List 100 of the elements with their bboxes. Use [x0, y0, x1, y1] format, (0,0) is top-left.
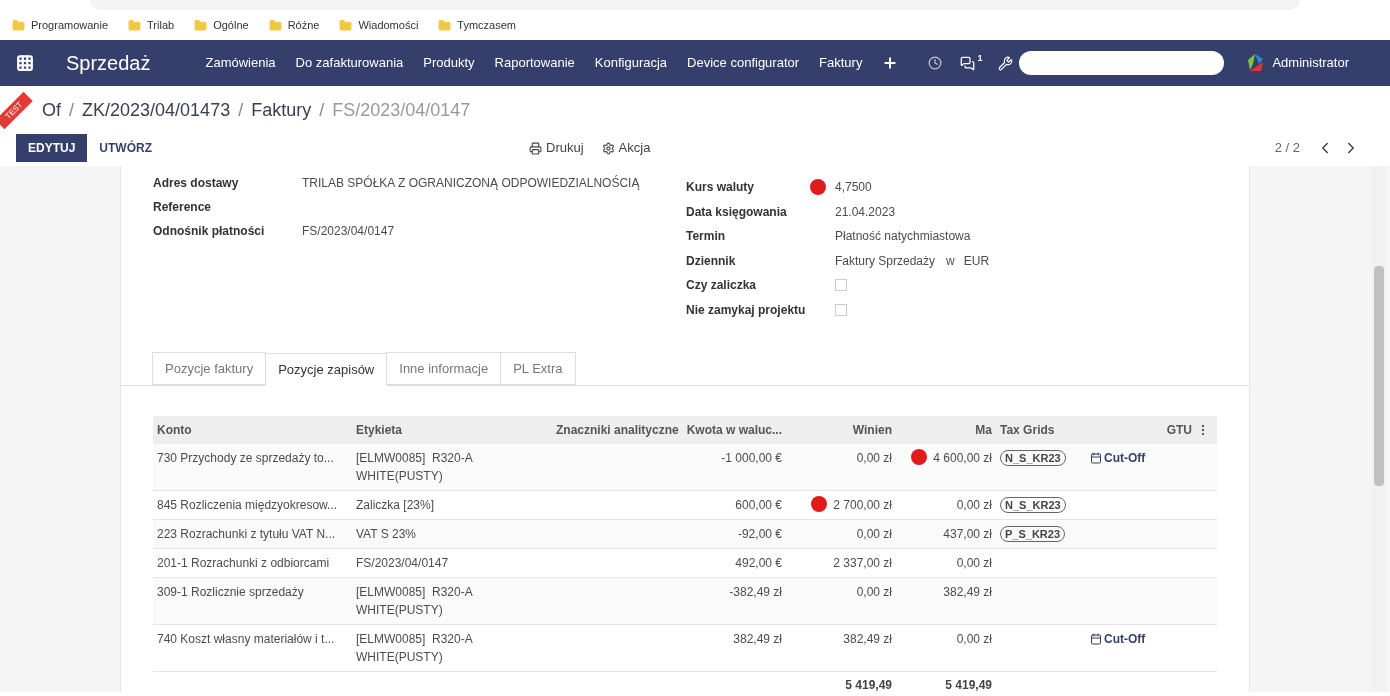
cut-off-link[interactable]: Cut-Off [1090, 449, 1146, 467]
column-header[interactable]: Etykieta [352, 421, 552, 439]
messages-count: 1 [977, 52, 983, 66]
folder-icon [128, 18, 142, 32]
table-cell-text: 382,49 zł [732, 631, 783, 648]
table-cell-text: VAT S 23% [355, 526, 418, 543]
menu-item[interactable]: Produkty [423, 53, 475, 73]
checkbox[interactable] [835, 303, 847, 316]
menu-item[interactable]: Do zafakturowania [295, 53, 404, 73]
field-value: FS/2023/04/0147 [302, 223, 395, 240]
table-cell-text: 845 Rozliczenia międzyokresow... [156, 497, 339, 514]
field-value: 4,7500 [835, 179, 872, 197]
column-header[interactable]: GTU [1146, 421, 1196, 439]
breadcrumb-item: FS/2023/04/0147 [332, 98, 471, 122]
app-title: Sprzedaż [66, 51, 151, 76]
column-header[interactable]: Znaczniki analityczne [552, 421, 682, 439]
breadcrumb-separator: / [238, 98, 244, 122]
field-value: Faktury Sprzedaży [835, 252, 936, 270]
table-cell-text: 309-1 Rozlicznie sprzedaży [156, 584, 305, 601]
field-label: Odnośnik płatności [153, 223, 266, 240]
table-cell-text: 740 Koszt własny materiałów i t... [156, 631, 336, 648]
breadcrumb-item[interactable]: Faktury [251, 96, 312, 124]
folder-icon [268, 18, 282, 32]
currency-value: EUR [963, 252, 990, 270]
print-button[interactable]: Drukuj [529, 138, 584, 158]
scrollbar-thumb[interactable] [1374, 266, 1384, 486]
tab[interactable]: Inne informacje [386, 352, 502, 385]
field-label: Czy zaliczka [686, 277, 758, 295]
table-cell-text: -1 000,00 € [720, 450, 783, 467]
tab[interactable]: Pozycje zapisów [265, 353, 388, 386]
table-cell-text: 4 600,00 zł [933, 450, 992, 467]
column-header[interactable]: Ma [896, 421, 996, 439]
table-cell-text: 0,00 zł [856, 526, 892, 543]
create-button[interactable]: UTWÓRZ [87, 134, 164, 162]
table-cell-text: [ELMW0085] R320-A WHITE(PUSTY) [355, 584, 474, 619]
menu-item[interactable]: Zamówienia [205, 53, 276, 73]
bookmark[interactable]: Programowanie [12, 16, 109, 34]
table-cell-text: 0,00 zł [956, 631, 992, 648]
table-cell-text: 0,00 zł [856, 584, 892, 601]
checkbox[interactable] [835, 279, 847, 292]
folder-icon [194, 18, 208, 32]
table-cell-text: 201-1 Rozrachunki z odbiorcami [156, 555, 331, 572]
user-name[interactable]: Administrator [1272, 53, 1349, 73]
folder-icon [339, 18, 353, 32]
field-label: Data księgowania [686, 203, 788, 221]
table-cell-text: -382,49 zł [728, 584, 783, 601]
table-cell-text: [ELMW0085] R320-A WHITE(PUSTY) [355, 450, 474, 485]
breadcrumb-separator: / [319, 98, 325, 122]
apps-menu-icon[interactable] [16, 54, 34, 72]
table-cell-text: 0,00 zł [956, 497, 992, 514]
print-icon [529, 141, 542, 155]
field-label: Reference [153, 199, 213, 216]
column-header[interactable]: Winien [786, 421, 896, 439]
action-button[interactable]: Akcja [601, 138, 651, 158]
total-cell-text: 5 419,49 [844, 677, 893, 694]
field-label: Dziennik [686, 252, 737, 270]
edit-button[interactable]: EDYTUJ [16, 134, 88, 162]
total-cell-text: 5 419,49 [944, 677, 993, 694]
table-cell-text: 382,49 zł [943, 584, 992, 601]
menu-item[interactable]: Faktury [819, 53, 863, 73]
bookmark[interactable]: Trilab [128, 16, 175, 34]
field-label: Kurs waluty [686, 179, 755, 197]
table-cell-text: 382,49 zł [843, 631, 892, 648]
messages-icon[interactable] [960, 55, 976, 71]
table-cell-text: 492,00 € [734, 555, 783, 572]
column-header[interactable]: Tax Grids [996, 421, 1086, 439]
tab[interactable]: PL Extra [500, 352, 576, 385]
table-cell-text: 600,00 € [734, 497, 783, 514]
bookmark[interactable]: Różne [268, 16, 320, 34]
menu-item[interactable]: Device configurator [687, 53, 800, 73]
column-header[interactable]: Konto [153, 421, 352, 439]
table-cell-text: 223 Rozrachunki z tytułu VAT N... [156, 526, 337, 543]
table-cell-text: 0,00 zł [856, 450, 892, 467]
field-connector: w [946, 252, 955, 270]
table-cell-text: 0,00 zł [956, 555, 992, 572]
menu-item[interactable]: Raportowanie [494, 53, 575, 73]
bookmark[interactable]: Ogólne [194, 16, 249, 34]
table-cell-text: FS/2023/04/0147 [355, 555, 450, 572]
bookmark[interactable]: Wiadomości [339, 16, 419, 34]
table-cell-text: 437,00 zł [943, 526, 992, 543]
cut-off-link[interactable]: Cut-Off [1090, 630, 1146, 648]
folder-icon [438, 18, 452, 32]
bookmark[interactable]: Tymczasem [438, 16, 517, 34]
calendar-icon [1090, 452, 1102, 464]
pager-counter: 2 / 2 [1274, 139, 1300, 158]
field-value: 21.04.2023 [835, 203, 896, 221]
calendar-icon [1090, 633, 1102, 645]
table-cell-text: [ELMW0085] R320-A WHITE(PUSTY) [355, 631, 474, 666]
folder-icon [12, 18, 25, 32]
column-header[interactable]: Kwota w waluc... [682, 421, 786, 439]
gear-icon [601, 141, 615, 155]
debug-tools-icon[interactable] [998, 55, 1014, 71]
menu-item[interactable]: Konfiguracja [594, 53, 668, 73]
table-cell-text: 2 337,00 zł [833, 555, 892, 572]
field-value: Płatność natychmiastowa [835, 228, 971, 246]
breadcrumb-item[interactable]: Of [42, 96, 61, 124]
table-cell-text: 730 Przychody ze sprzedaży to... [156, 450, 335, 467]
activity-clock-icon[interactable] [928, 56, 943, 70]
table-cell-text: -92,00 € [736, 526, 783, 543]
breadcrumb-item[interactable]: ZK/2023/04/01473 [82, 96, 231, 124]
